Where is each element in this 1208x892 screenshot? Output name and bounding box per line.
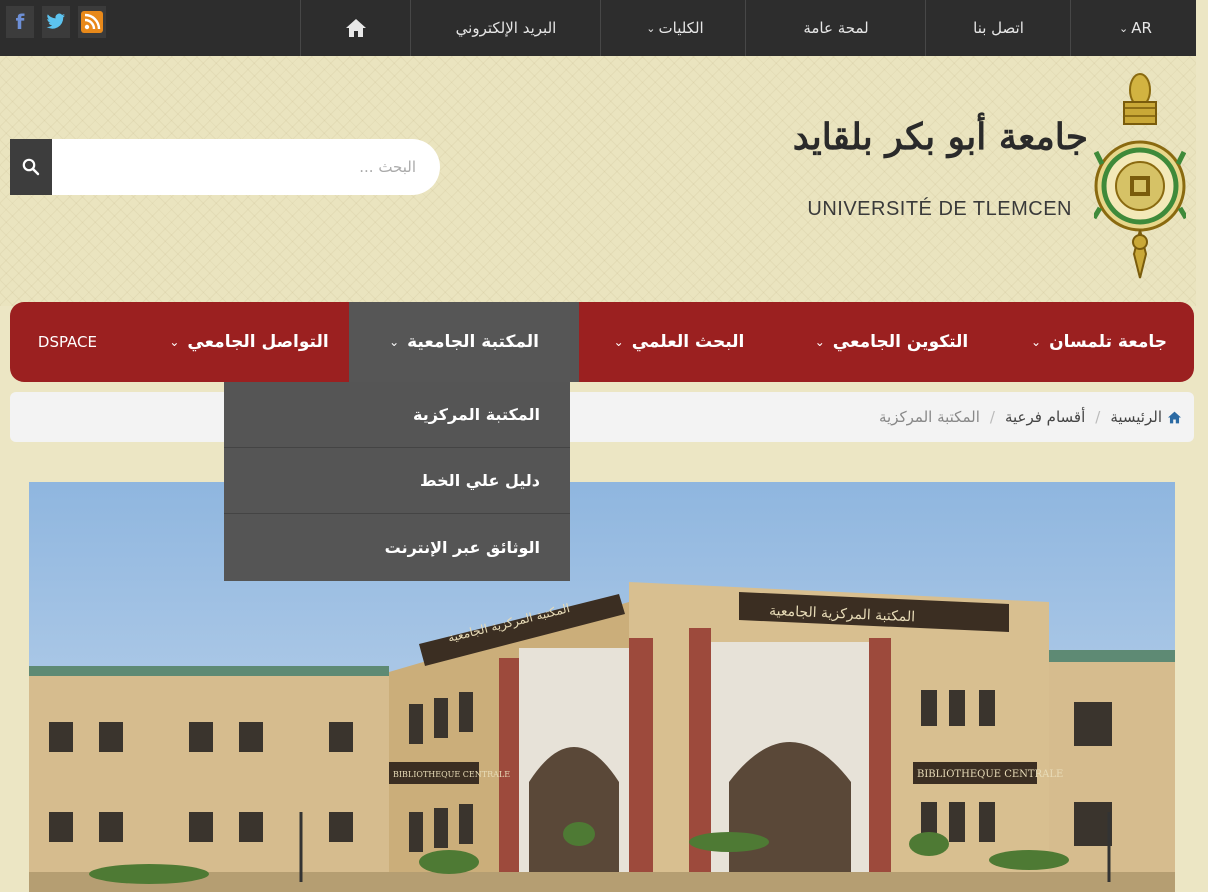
language-selector[interactable]: ⌄ AR — [1070, 0, 1197, 56]
building-plaque-left: BIBLIOTHEQUE CENTRALE — [393, 770, 510, 779]
university-emblem-icon — [1094, 73, 1186, 279]
home-icon — [346, 19, 366, 37]
main-nav: جامعة تلمسان ⌄ التكوين الجامعي ⌄ البحث الع… — [10, 302, 1194, 382]
email-link[interactable]: البريد الإلكتروني — [410, 0, 601, 56]
site-header: جامعة أبو بكر بلقايد UNIVERSITÉ DE TLEMC… — [0, 56, 1196, 306]
library-dropdown-menu: المكتبة المركزية دليل علي الخط الوثائق ع… — [224, 382, 570, 581]
contact-link[interactable]: اتصل بنا — [925, 0, 1071, 56]
overview-link[interactable]: لمحة عامة — [745, 0, 926, 56]
menu-item-online-documents[interactable]: الوثائق عبر الإنترنت — [224, 514, 570, 581]
breadcrumb-current: المكتبة المركزية — [879, 408, 980, 426]
nav-item-communication[interactable]: التواصل الجامعي ⌄ — [149, 302, 349, 382]
university-name-arabic: جامعة أبو بكر بلقايد — [792, 116, 1088, 158]
twitter-icon[interactable] — [42, 6, 70, 38]
search-button[interactable] — [10, 139, 52, 195]
breadcrumb-subdivisions[interactable]: أقسام فرعية — [1005, 408, 1085, 426]
breadcrumb-separator: / — [989, 408, 995, 426]
chevron-down-icon: ⌄ — [646, 21, 656, 35]
nav-item-university[interactable]: جامعة تلمسان ⌄ — [1004, 302, 1194, 382]
library-building-photo: المكتبة المركزية الجامعية المكتبة المركز… — [29, 482, 1175, 892]
chevron-down-icon: ⌄ — [169, 335, 180, 349]
chevron-down-icon: ⌄ — [389, 335, 400, 349]
breadcrumb: الرئيسية / أقسام فرعية / المكتبة المركزي… — [10, 392, 1194, 442]
chevron-down-icon: ⌄ — [1119, 21, 1129, 35]
nav-item-research[interactable]: البحث العلمي ⌄ — [579, 302, 779, 382]
chevron-down-icon: ⌄ — [1031, 335, 1042, 349]
home-icon — [1168, 411, 1181, 423]
nav-item-education[interactable]: التكوين الجامعي ⌄ — [779, 302, 1004, 382]
chevron-down-icon: ⌄ — [613, 335, 624, 349]
search-icon — [22, 158, 40, 176]
social-links: f — [6, 6, 106, 38]
faculties-menu[interactable]: ⌄ الكليات — [600, 0, 746, 56]
rss-icon[interactable] — [78, 6, 106, 38]
breadcrumb-home[interactable]: الرئيسية — [1110, 408, 1162, 426]
menu-item-central-library[interactable]: المكتبة المركزية — [224, 382, 570, 448]
university-name-french: UNIVERSITÉ DE TLEMCEN — [807, 198, 1072, 220]
menu-item-online-guide[interactable]: دليل علي الخط — [224, 448, 570, 514]
home-button[interactable] — [300, 0, 411, 56]
top-bar: f البريد الإلكتروني ⌄ الكليات لمحة عامة ا… — [0, 0, 1196, 56]
nav-item-library[interactable]: المكتبة الجامعية ⌄ — [349, 302, 579, 382]
nav-item-dspace[interactable]: DSPACE — [10, 302, 149, 382]
breadcrumb-separator: / — [1095, 408, 1101, 426]
facebook-icon[interactable]: f — [6, 6, 34, 38]
search-input[interactable] — [52, 139, 440, 195]
chevron-down-icon: ⌄ — [814, 335, 825, 349]
building-plaque-right: BIBLIOTHEQUE CENTRALE — [917, 769, 1063, 780]
